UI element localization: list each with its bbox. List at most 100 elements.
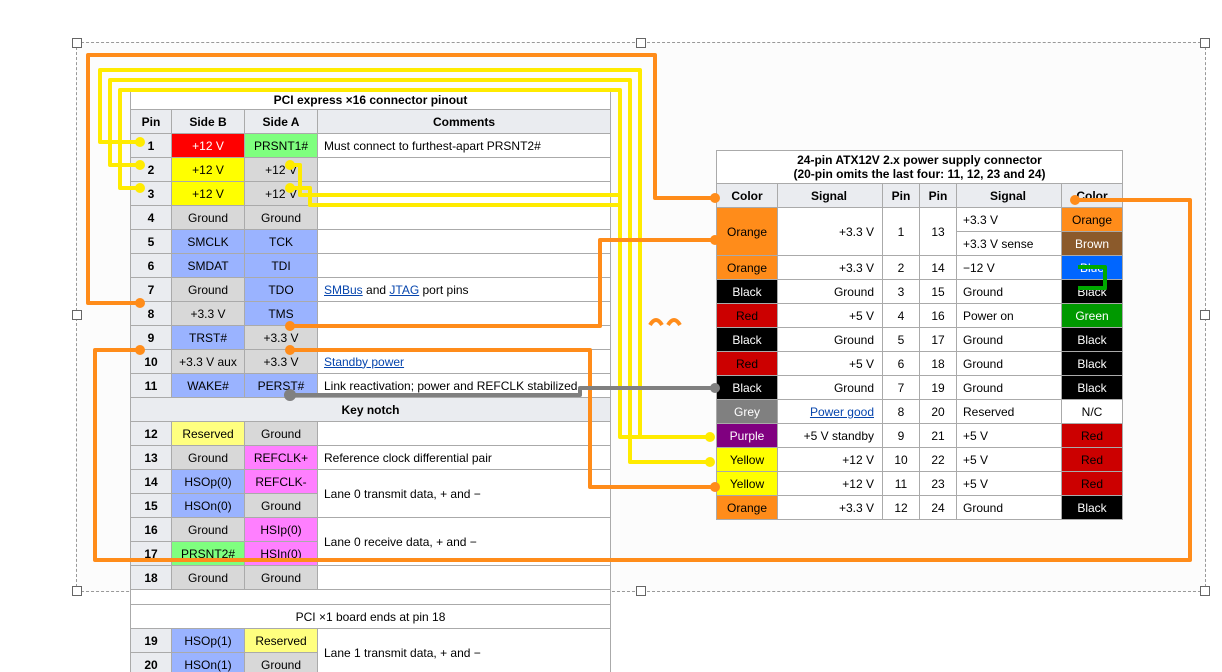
signal-right: Ground xyxy=(957,376,1062,400)
comment-cell xyxy=(318,422,611,446)
color-left: Purple xyxy=(717,424,778,448)
side-a-cell: Ground xyxy=(245,494,318,518)
side-a-cell: +3.3 V xyxy=(245,350,318,374)
pin-left: 8 xyxy=(883,400,920,424)
comment-cell: Lane 0 transmit data, + and − xyxy=(318,470,611,518)
color-right: Black xyxy=(1062,280,1123,304)
resize-handle[interactable] xyxy=(72,586,82,596)
pin-left: 7 xyxy=(883,376,920,400)
side-b-cell: Ground xyxy=(172,206,245,230)
atx-row: Yellow +12 V 11 23 +5 V Red xyxy=(717,472,1123,496)
side-b-cell: HSOn(1) xyxy=(172,653,245,672)
resize-handle[interactable] xyxy=(636,586,646,596)
signal-left: Ground xyxy=(778,328,883,352)
pin-left: 2 xyxy=(883,256,920,280)
signal-right: +5 V xyxy=(957,472,1062,496)
comment-cell xyxy=(318,230,611,254)
side-b-cell: Reserved xyxy=(172,422,245,446)
pin-number: 17 xyxy=(131,542,172,566)
resize-handle[interactable] xyxy=(72,38,82,48)
side-b-cell: Ground xyxy=(172,446,245,470)
pin-right: 21 xyxy=(920,424,957,448)
comment-cell xyxy=(318,302,611,326)
pci-row: 16GroundHSIp(0)Lane 0 receive data, + an… xyxy=(131,518,611,542)
atx-connector-table: 24-pin ATX12V 2.x power supply connector… xyxy=(716,150,1123,520)
pin-right: 14 xyxy=(920,256,957,280)
pin-left: 5 xyxy=(883,328,920,352)
resize-handle[interactable] xyxy=(1200,586,1210,596)
col-comments: Comments xyxy=(318,110,611,134)
col-sidea: Side A xyxy=(245,110,318,134)
side-b-cell: TRST# xyxy=(172,326,245,350)
pin-number: 14 xyxy=(131,470,172,494)
resize-handle[interactable] xyxy=(1200,38,1210,48)
pin-number: 18 xyxy=(131,566,172,590)
pin-left: 4 xyxy=(883,304,920,328)
side-a-cell: PERST# xyxy=(245,374,318,398)
side-a-cell: TDI xyxy=(245,254,318,278)
color-right: Black xyxy=(1062,352,1123,376)
side-b-cell: Ground xyxy=(172,518,245,542)
pin-right: 18 xyxy=(920,352,957,376)
comment-cell: Standby power xyxy=(318,350,611,374)
color-left: Black xyxy=(717,328,778,352)
resize-handle[interactable] xyxy=(72,310,82,320)
side-b-cell: +3.3 V aux xyxy=(172,350,245,374)
comment-cell xyxy=(318,566,611,590)
pci-row: 4GroundGround xyxy=(131,206,611,230)
signal-left: +5 V xyxy=(778,304,883,328)
side-a-cell: REFCLK+ xyxy=(245,446,318,470)
color-left: Black xyxy=(717,280,778,304)
side-b-cell: +12 V xyxy=(172,134,245,158)
color-left: Red xyxy=(717,304,778,328)
pin-right: 15 xyxy=(920,280,957,304)
side-b-cell: Ground xyxy=(172,278,245,302)
side-a-cell: Ground xyxy=(245,206,318,230)
pci-express-pinout-table: PCI express ×16 connector pinout Pin Sid… xyxy=(130,90,611,672)
pci-x1-note: PCI ×1 board ends at pin 18 xyxy=(131,605,611,629)
resize-handle[interactable] xyxy=(1200,310,1210,320)
color-left: Red xyxy=(717,352,778,376)
pin-number: 12 xyxy=(131,422,172,446)
color-left: Orange xyxy=(717,256,778,280)
color-left: Yellow xyxy=(717,472,778,496)
signal-right: Ground xyxy=(957,352,1062,376)
side-b-cell: Ground xyxy=(172,566,245,590)
signal-right: Ground xyxy=(957,280,1062,304)
pci-row: 10+3.3 V aux+3.3 VStandby power xyxy=(131,350,611,374)
pin-left: 1 xyxy=(883,208,920,256)
resize-handle[interactable] xyxy=(636,38,646,48)
pin-right: 19 xyxy=(920,376,957,400)
atx-row: Red +5 V 4 16 Power on Green xyxy=(717,304,1123,328)
pin-right: 20 xyxy=(920,400,957,424)
color-left: Yellow xyxy=(717,448,778,472)
color-right: Blue xyxy=(1062,256,1123,280)
pin-left: 10 xyxy=(883,448,920,472)
signal-left: +3.3 V xyxy=(778,256,883,280)
side-a-cell: +12 V xyxy=(245,182,318,206)
pin-right: 16 xyxy=(920,304,957,328)
comment-cell xyxy=(318,254,611,278)
color-right: Black xyxy=(1062,328,1123,352)
pin-number: 19 xyxy=(131,629,172,653)
color-left: Grey xyxy=(717,400,778,424)
signal-right: +3.3 V xyxy=(957,208,1062,232)
col-pin: Pin xyxy=(131,110,172,134)
atx-row: Yellow +12 V 10 22 +5 V Red xyxy=(717,448,1123,472)
side-a-cell: REFCLK- xyxy=(245,470,318,494)
signal-right: Ground xyxy=(957,328,1062,352)
side-a-cell: PRSNT1# xyxy=(245,134,318,158)
signal-right: +5 V xyxy=(957,448,1062,472)
pci-row: 18GroundGround xyxy=(131,566,611,590)
signal-left: +12 V xyxy=(778,448,883,472)
pin-number: 3 xyxy=(131,182,172,206)
pin-number: 10 xyxy=(131,350,172,374)
signal-right: +3.3 V sense xyxy=(957,232,1062,256)
pin-number: 16 xyxy=(131,518,172,542)
side-a-cell: HSIp(0) xyxy=(245,518,318,542)
pin-number: 20 xyxy=(131,653,172,672)
color-left: Orange xyxy=(717,208,778,256)
side-a-cell: TCK xyxy=(245,230,318,254)
comment-cell xyxy=(318,182,611,206)
pci-row: 12ReservedGround xyxy=(131,422,611,446)
